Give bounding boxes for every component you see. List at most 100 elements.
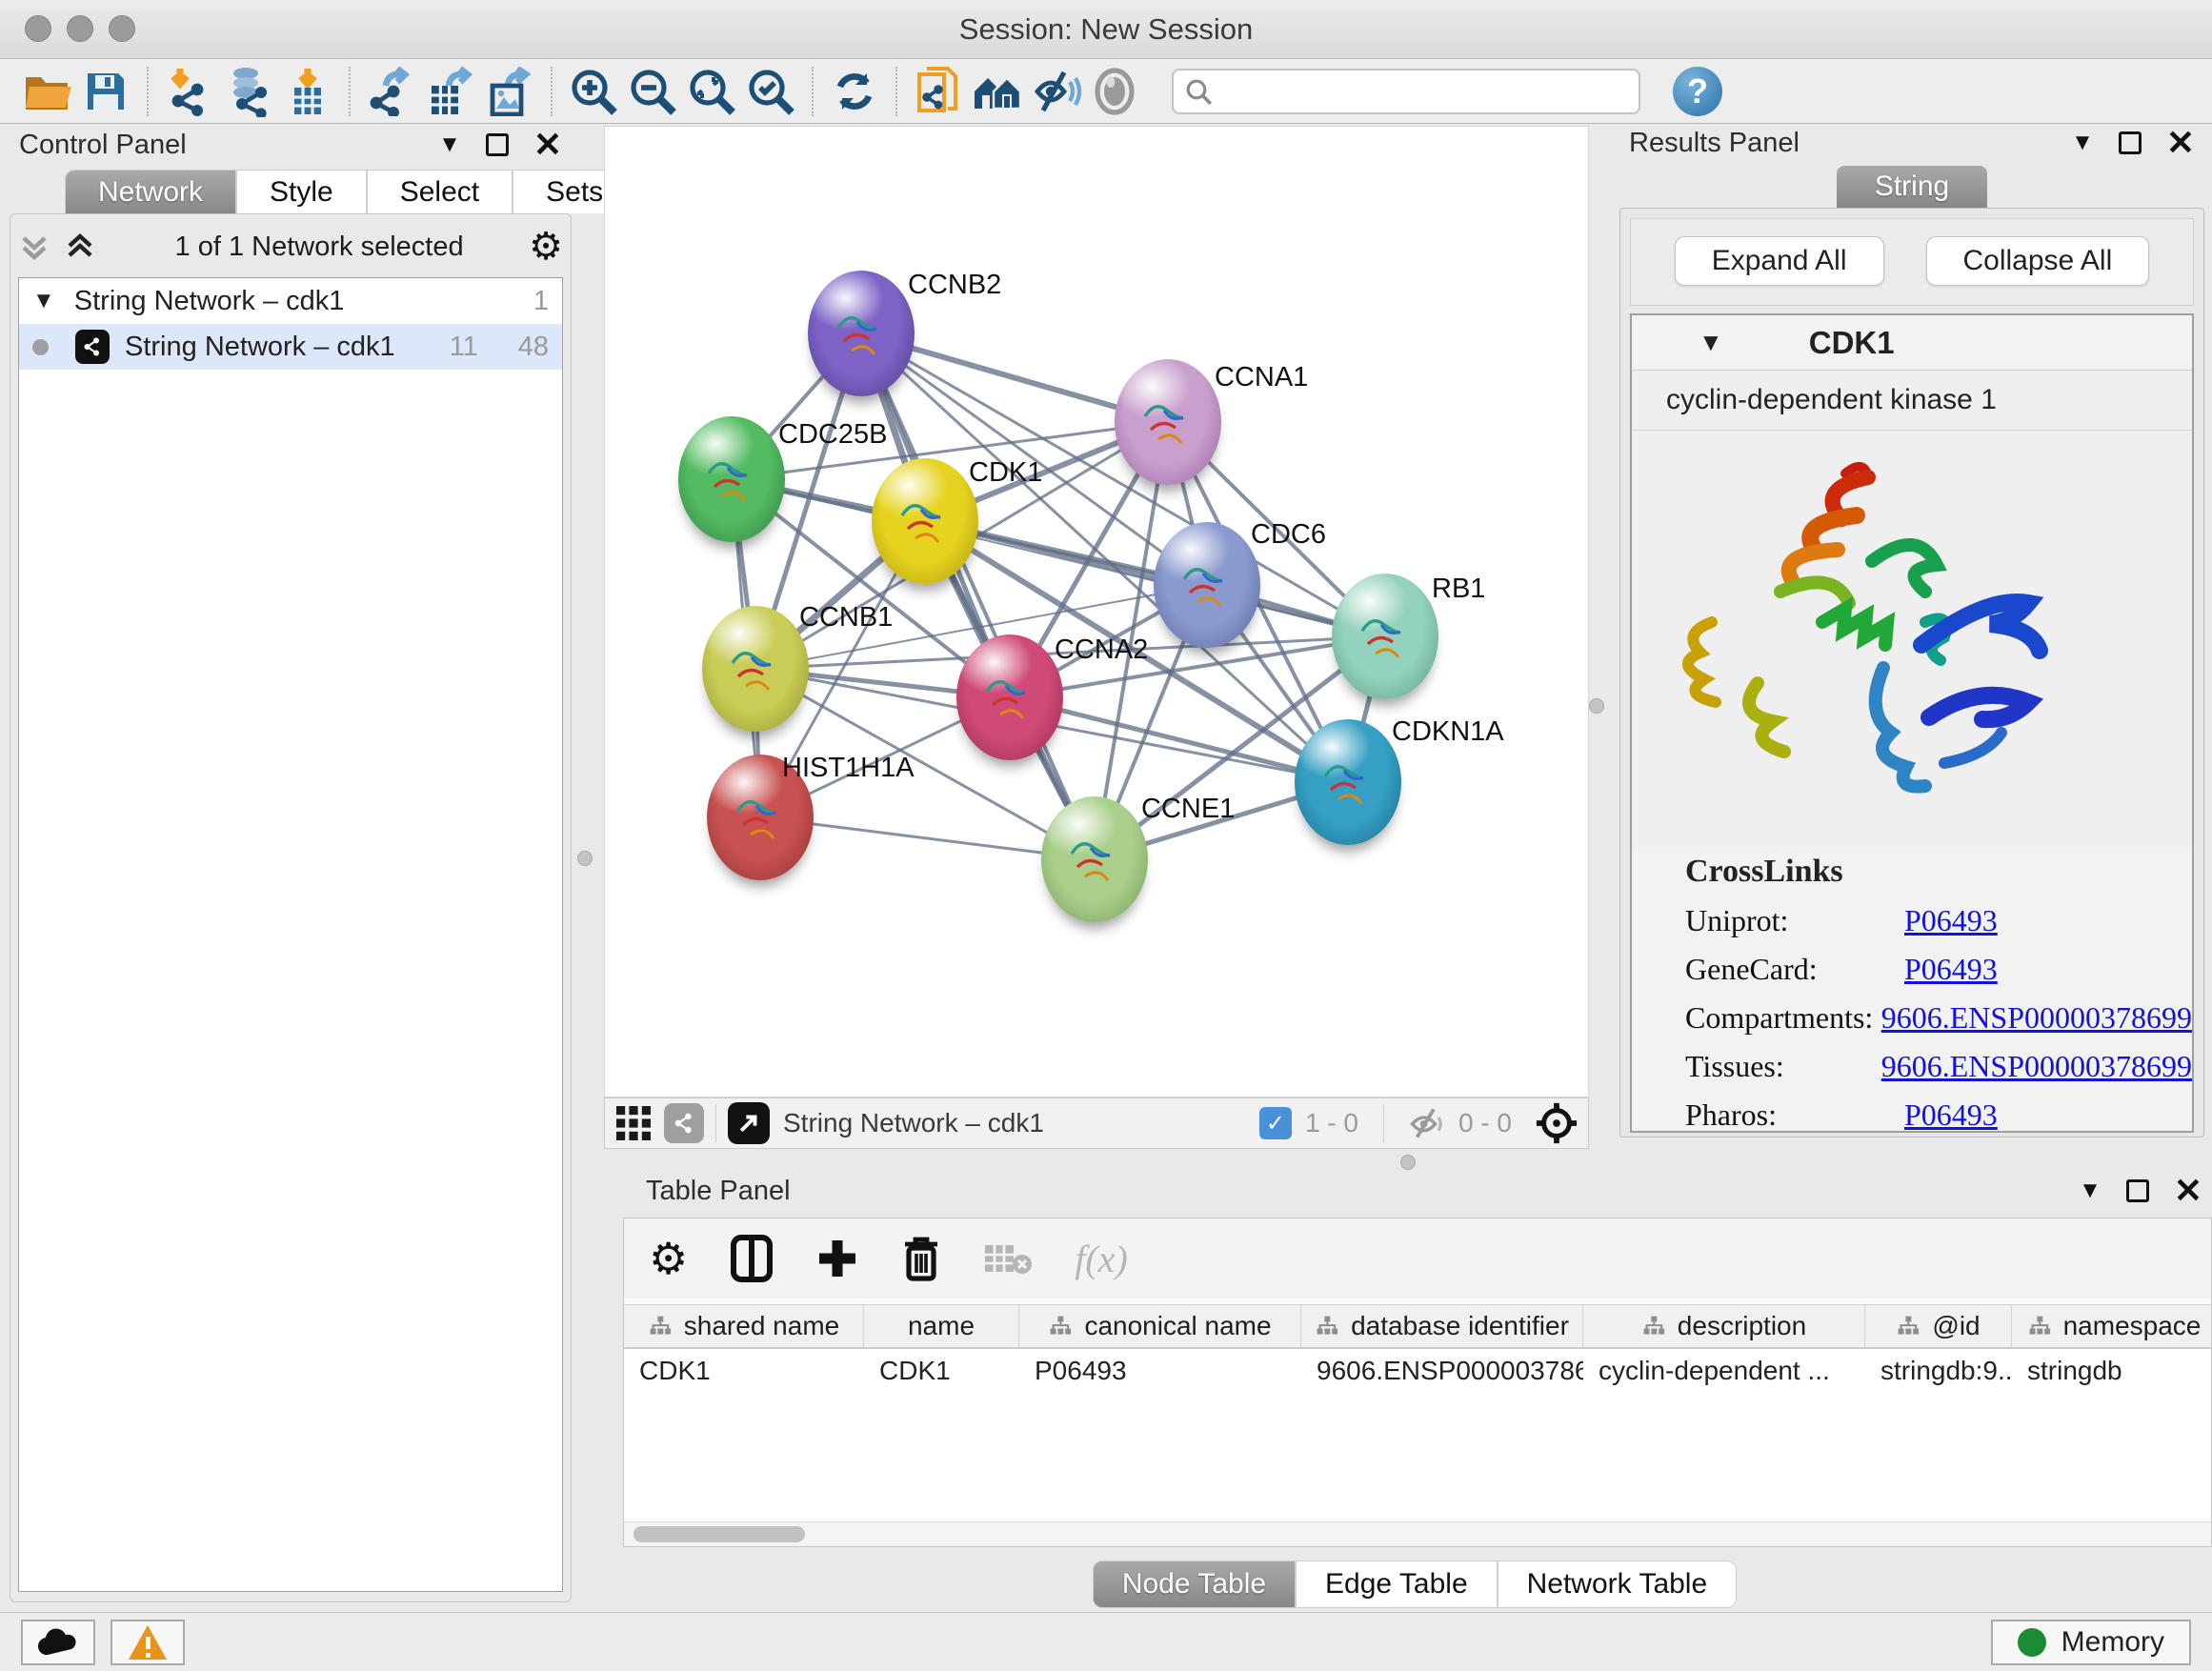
- right-splitter-handle[interactable]: [1589, 698, 1604, 714]
- column-header-canonical-name[interactable]: canonical name: [1019, 1305, 1301, 1347]
- table-cell[interactable]: 9606.ENSP00000378699: [1301, 1349, 1583, 1393]
- tab-network-table[interactable]: Network Table: [1498, 1560, 1738, 1608]
- delete-column-trash-icon[interactable]: [901, 1235, 941, 1282]
- homes-icon: [971, 69, 1024, 114]
- tab-network[interactable]: Network: [65, 170, 236, 213]
- maximize-panel-icon[interactable]: [2119, 131, 2142, 154]
- gene-collapse-icon[interactable]: ▼: [1699, 328, 1723, 357]
- share-document-button[interactable]: [909, 65, 968, 118]
- left-splitter-handle[interactable]: [577, 851, 593, 866]
- open-session-button[interactable]: [17, 65, 76, 118]
- memory-button[interactable]: Memory: [1991, 1620, 2191, 1665]
- grid-view-icon[interactable]: [614, 1104, 653, 1142]
- table-cell[interactable]: P06493: [1019, 1349, 1301, 1393]
- network-view-canvas[interactable]: CCNB2CCNA1CDC25BCDK1CDC6RB1CCNB1CCNA2CDK…: [604, 126, 1589, 1097]
- refresh-button[interactable]: [825, 65, 884, 118]
- scrollbar-thumb[interactable]: [633, 1526, 805, 1542]
- zoom-out-button[interactable]: [623, 65, 682, 118]
- table-cell[interactable]: CDK1: [624, 1349, 864, 1393]
- network-node-CCNE1[interactable]: [1041, 796, 1148, 922]
- network-node-CDC6[interactable]: [1154, 522, 1260, 648]
- network-node-RB1[interactable]: [1332, 574, 1438, 699]
- search-input[interactable]: [1172, 69, 1640, 114]
- column-header-namespace[interactable]: namespace: [2012, 1305, 2212, 1347]
- float-panel-icon[interactable]: ▼: [2079, 1178, 2101, 1204]
- network-collection-row[interactable]: ▼ String Network – cdk1 1: [19, 278, 562, 324]
- render-detail-button[interactable]: [1086, 65, 1145, 118]
- crosslink-link[interactable]: 9606.ENSP00000378699: [1881, 1049, 2192, 1084]
- create-column-plus-icon[interactable]: [815, 1237, 859, 1280]
- collapse-all-networks-icon[interactable]: [64, 231, 96, 263]
- table-row[interactable]: CDK1CDK1P064939606.ENSP00000378699cyclin…: [624, 1349, 2211, 1393]
- save-session-button[interactable]: [76, 65, 135, 118]
- network-options-gear-icon[interactable]: ⚙: [529, 228, 563, 266]
- maximize-panel-icon[interactable]: [486, 133, 509, 156]
- close-panel-icon[interactable]: ✕: [2166, 131, 2195, 154]
- table-cell[interactable]: stringdb:9...: [1865, 1349, 2012, 1393]
- cloud-status-button[interactable]: [21, 1620, 95, 1665]
- export-image-button[interactable]: [480, 65, 539, 118]
- network-node-CCNA1[interactable]: [1115, 359, 1221, 485]
- eye-slash-icon: [1032, 67, 1081, 116]
- tab-edge-table[interactable]: Edge Table: [1296, 1560, 1498, 1608]
- network-node-CCNB1[interactable]: [702, 606, 809, 732]
- string-view-icon[interactable]: [664, 1103, 704, 1143]
- zoom-in-button[interactable]: [564, 65, 623, 118]
- table-cell[interactable]: stringdb: [2012, 1349, 2212, 1393]
- import-network-from-database-button[interactable]: [219, 65, 278, 118]
- crosslink-link[interactable]: P06493: [1904, 903, 1998, 938]
- tab-style[interactable]: Style: [236, 170, 367, 213]
- zoom-window-button[interactable]: [109, 15, 135, 42]
- minimize-window-button[interactable]: [67, 15, 93, 42]
- table-cell[interactable]: cyclin-dependent ...: [1583, 1349, 1865, 1393]
- table-cell[interactable]: CDK1: [864, 1349, 1019, 1393]
- close-panel-icon[interactable]: ✕: [533, 133, 562, 156]
- eye-icon: [1092, 67, 1139, 116]
- column-header-shared-name[interactable]: shared name: [624, 1305, 864, 1347]
- tab-node-table[interactable]: Node Table: [1093, 1560, 1296, 1608]
- table-horizontal-scrollbar[interactable]: [624, 1521, 2211, 1546]
- zoom-selected-button[interactable]: [741, 65, 800, 118]
- table-options-gear-icon[interactable]: ⚙: [649, 1239, 688, 1278]
- hide-glass-button[interactable]: [1027, 65, 1086, 118]
- zoom-fit-button[interactable]: [682, 65, 741, 118]
- collection-expand-icon[interactable]: ▼: [32, 288, 55, 314]
- export-network-button[interactable]: [362, 65, 421, 118]
- import-network-button[interactable]: [160, 65, 219, 118]
- selected-checkbox-icon[interactable]: ✓: [1259, 1107, 1292, 1139]
- network-node-CCNA2[interactable]: [956, 634, 1063, 760]
- float-panel-icon[interactable]: ▼: [438, 131, 461, 158]
- column-header-database-identifier[interactable]: database identifier: [1301, 1305, 1583, 1347]
- expand-all-networks-icon[interactable]: [18, 231, 50, 263]
- network-node-CDC25B[interactable]: [678, 416, 785, 542]
- fit-content-crosshair-icon[interactable]: [1535, 1101, 1579, 1145]
- show-columns-icon[interactable]: [730, 1234, 774, 1283]
- network-row[interactable]: String Network – cdk1 11 48: [19, 324, 562, 370]
- birds-eye-view-icon[interactable]: [728, 1102, 770, 1144]
- expand-all-button[interactable]: Expand All: [1675, 236, 1884, 286]
- collapse-all-button[interactable]: Collapse All: [1926, 236, 2150, 286]
- network-node-CCNB2[interactable]: [808, 271, 915, 396]
- string-home-button[interactable]: [968, 65, 1027, 118]
- import-table-button[interactable]: [278, 65, 337, 118]
- crosslink-link[interactable]: 9606.ENSP00000378699: [1881, 1000, 2192, 1036]
- selected-count: 1 - 0: [1305, 1108, 1358, 1138]
- network-node-CDKN1A[interactable]: [1295, 719, 1401, 845]
- close-window-button[interactable]: [25, 15, 51, 42]
- crosslink-link[interactable]: P06493: [1904, 1097, 1998, 1133]
- close-panel-icon[interactable]: ✕: [2174, 1179, 2202, 1202]
- crosslink-link[interactable]: P06493: [1904, 952, 1998, 987]
- export-table-button[interactable]: [421, 65, 480, 118]
- bottom-splitter-handle[interactable]: [1400, 1155, 1416, 1170]
- tab-string[interactable]: String: [1837, 166, 1987, 208]
- string-network-icon: [75, 330, 110, 364]
- tab-select[interactable]: Select: [367, 170, 513, 213]
- column-header--id[interactable]: @id: [1865, 1305, 2012, 1347]
- maximize-panel-icon[interactable]: [2126, 1179, 2149, 1202]
- network-node-CDK1[interactable]: [872, 458, 978, 584]
- warnings-button[interactable]: [111, 1620, 185, 1665]
- help-button[interactable]: ?: [1673, 67, 1722, 116]
- float-panel-icon[interactable]: ▼: [2071, 130, 2094, 156]
- column-header-name[interactable]: name: [864, 1305, 1019, 1347]
- column-header-description[interactable]: description: [1583, 1305, 1865, 1347]
